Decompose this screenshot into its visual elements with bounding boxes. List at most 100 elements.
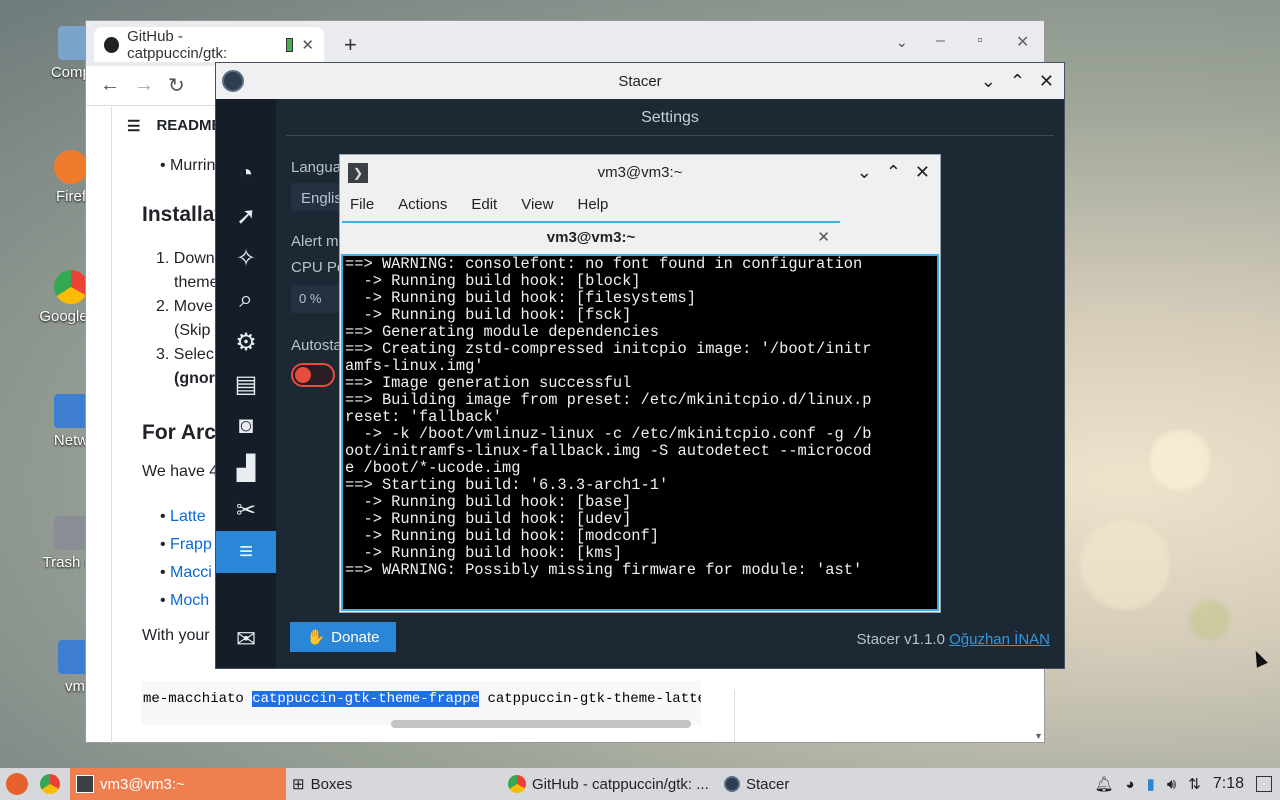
clipboard-icon[interactable]: ▮ bbox=[1147, 775, 1155, 793]
stacer-titlebar: Stacer ⌄ ⌃ ✕ bbox=[216, 63, 1064, 99]
new-tab-button[interactable]: + bbox=[344, 32, 357, 58]
chrome-icon bbox=[40, 774, 60, 794]
menu-edit[interactable]: Edit bbox=[471, 196, 497, 213]
notification-bell-icon[interactable]: 🔔︎ bbox=[1094, 775, 1113, 793]
wallpaper-bokeh bbox=[1190, 600, 1230, 640]
uninstaller-icon[interactable]: ◙ bbox=[216, 405, 276, 447]
resources-chart-icon[interactable]: ▟ bbox=[216, 447, 276, 489]
selected-code-text: catppuccin-gtk-theme-frappe bbox=[252, 691, 480, 707]
cleaner-broom-icon[interactable]: ✧ bbox=[216, 237, 276, 279]
terminal-icon bbox=[76, 775, 94, 793]
taskbar-item-terminal[interactable]: vm3@vm3:~ bbox=[70, 768, 286, 800]
with-your-text: With your bbox=[142, 627, 210, 644]
helpers-tools-icon[interactable]: ✂ bbox=[216, 489, 276, 531]
mouse-cursor-icon bbox=[1250, 648, 1268, 668]
taskbar-item-stacer[interactable]: Stacer bbox=[718, 768, 795, 800]
processes-icon[interactable]: ▤ bbox=[216, 363, 276, 405]
taskbar: vm3@vm3:~ ⊞ Boxes GitHub - catppuccin/gt… bbox=[0, 768, 1280, 800]
start-menu-button[interactable] bbox=[0, 768, 34, 800]
settings-sliders-icon[interactable]: ≡ bbox=[216, 531, 276, 573]
dashboard-icon[interactable]: ◔ bbox=[216, 153, 276, 195]
code-scrollbar[interactable] bbox=[391, 720, 691, 728]
trash-icon bbox=[54, 516, 88, 550]
terminal-tab[interactable]: vm3@vm3:~ ✕ bbox=[342, 221, 840, 251]
we-have-text: We have 4 bbox=[142, 463, 219, 480]
wallpaper-bokeh bbox=[1150, 430, 1210, 490]
language-label: Langua bbox=[291, 159, 342, 176]
code-block[interactable]: me-macchiato catppuccin-gtk-theme-frappe… bbox=[141, 681, 701, 725]
forward-icon[interactable]: → bbox=[134, 74, 154, 97]
terminal-menubar: File Actions Edit View Help bbox=[340, 190, 940, 219]
reload-icon[interactable]: ↻ bbox=[168, 73, 185, 98]
show-desktop-button[interactable] bbox=[1256, 776, 1272, 792]
toggle-knob bbox=[295, 367, 311, 383]
close-button[interactable]: ✕ bbox=[1039, 71, 1054, 92]
chrome-icon bbox=[54, 270, 88, 304]
terminal-window-controls: ⌄ ⌃ ✕ bbox=[857, 155, 930, 190]
flavor-link[interactable]: Latte bbox=[170, 508, 206, 525]
feedback-chat-icon[interactable]: ✉ bbox=[216, 618, 276, 660]
flavor-list: • Latte • Frapp • Macci • Moch bbox=[160, 508, 212, 609]
flavor-link[interactable]: Frapp bbox=[170, 536, 212, 553]
donate-hand-icon: ✋ bbox=[306, 629, 326, 646]
readme-sidebar-divider bbox=[734, 690, 735, 742]
autostart-label: Autosta bbox=[291, 337, 342, 354]
cpu-label: CPU Pe bbox=[291, 259, 346, 276]
chrome-icon bbox=[508, 775, 526, 793]
terminal-app-icon: ❯ bbox=[348, 163, 368, 183]
list-icon[interactable]: ☰ bbox=[127, 117, 140, 135]
wallpaper-bokeh bbox=[1080, 520, 1170, 610]
services-gears-icon[interactable]: ⚙ bbox=[216, 321, 276, 363]
flavor-link[interactable]: Macci bbox=[170, 564, 212, 581]
install-heading: Installat bbox=[142, 203, 222, 226]
minimize-button[interactable]: ⌄ bbox=[857, 162, 872, 183]
close-button[interactable]: ✕ bbox=[915, 162, 930, 183]
autostart-toggle[interactable] bbox=[291, 363, 335, 387]
system-tray: 🔔︎ ◕ ▮ 🔊︎ ⇅ 7:18 bbox=[1094, 768, 1272, 800]
list-item: • Murrin bbox=[160, 157, 216, 174]
browser-tab-bar: GitHub - catppuccin/gtk: ✕ + ⌄ – ▫ ✕ bbox=[86, 21, 1044, 66]
version-info: Stacer v1.1.0 Oğuzhan İNAN bbox=[856, 631, 1050, 648]
terminal-window: ❯ vm3@vm3:~ ⌄ ⌃ ✕ File Actions Edit View… bbox=[339, 154, 941, 613]
network-folder-icon bbox=[54, 394, 88, 428]
clock[interactable]: 7:18 bbox=[1213, 775, 1244, 793]
cpu-monitor-icon[interactable]: ◕ bbox=[1126, 776, 1135, 793]
browser-tab[interactable]: GitHub - catppuccin/gtk: ✕ bbox=[94, 27, 324, 62]
close-button[interactable]: ✕ bbox=[1016, 32, 1029, 52]
readme-header: ☰ README bbox=[127, 117, 222, 135]
tab-close-icon[interactable]: ✕ bbox=[301, 36, 314, 54]
terminal-output[interactable]: ==> WARNING: consolefont: no font found … bbox=[341, 254, 939, 611]
startup-rocket-icon[interactable]: ➚ bbox=[216, 195, 276, 237]
boxes-icon: ⊞ bbox=[292, 776, 305, 793]
back-icon[interactable]: ← bbox=[100, 74, 120, 97]
maximize-button[interactable]: ⌃ bbox=[886, 162, 901, 183]
menu-file[interactable]: File bbox=[350, 196, 374, 213]
flavor-link[interactable]: Moch bbox=[170, 592, 209, 609]
stacer-icon bbox=[724, 776, 740, 792]
settings-header: Settings bbox=[286, 109, 1054, 136]
network-icon[interactable]: ⇅ bbox=[1188, 775, 1201, 793]
alert-label: Alert m bbox=[291, 233, 339, 250]
menu-help[interactable]: Help bbox=[577, 196, 608, 213]
volume-icon[interactable]: 🔊︎ bbox=[1167, 776, 1176, 793]
start-menu-icon bbox=[6, 773, 28, 795]
terminal-titlebar: ❯ vm3@vm3:~ ⌄ ⌃ ✕ bbox=[340, 155, 940, 190]
minimize-button[interactable]: ⌄ bbox=[981, 71, 996, 92]
menu-actions[interactable]: Actions bbox=[398, 196, 447, 213]
taskbar-item-browser[interactable]: GitHub - catppuccin/gtk: ... bbox=[502, 768, 718, 800]
arch-heading: For Arc bbox=[142, 421, 216, 444]
taskbar-chrome-launcher[interactable] bbox=[34, 768, 66, 800]
maximize-button[interactable]: ▫ bbox=[977, 32, 983, 50]
github-icon bbox=[104, 36, 120, 53]
author-link[interactable]: Oğuzhan İNAN bbox=[949, 631, 1050, 648]
search-icon[interactable]: ⌕ bbox=[216, 279, 276, 321]
tab-list-chevron-icon[interactable]: ⌄ bbox=[896, 34, 908, 51]
scroll-down-icon[interactable]: ▼ bbox=[1034, 731, 1043, 741]
donate-button[interactable]: ✋ Donate bbox=[290, 622, 396, 652]
stacer-window-controls: ⌄ ⌃ ✕ bbox=[981, 63, 1054, 99]
tab-close-icon[interactable]: ✕ bbox=[817, 228, 830, 246]
menu-view[interactable]: View bbox=[521, 196, 553, 213]
maximize-button[interactable]: ⌃ bbox=[1010, 71, 1025, 92]
taskbar-item-boxes[interactable]: ⊞ Boxes bbox=[286, 768, 502, 800]
minimize-button[interactable]: – bbox=[936, 32, 945, 50]
